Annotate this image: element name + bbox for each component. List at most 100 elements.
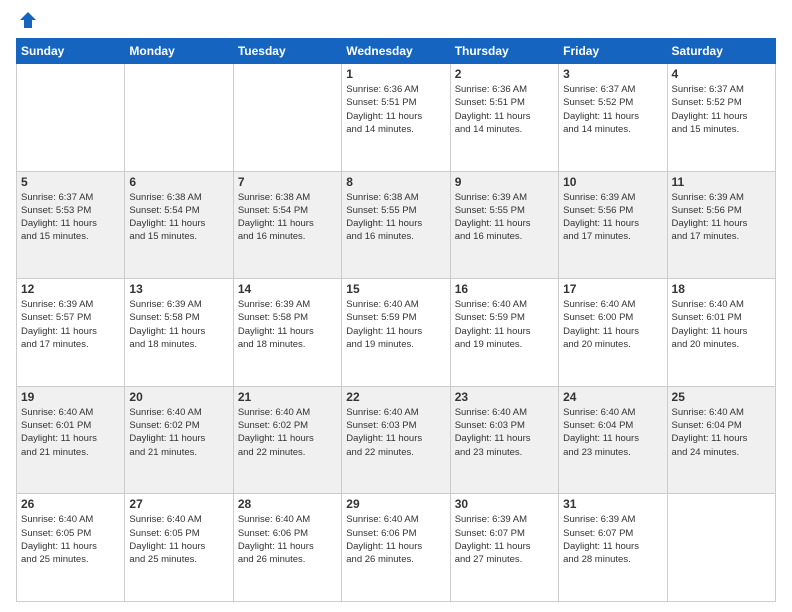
week-row-5: 26 Sunrise: 6:40 AM Sunset: 6:05 PM Dayli… (17, 494, 776, 602)
day-cell: 19Sunrise: 6:40 AM Sunset: 6:01 PM Dayli… (17, 386, 125, 494)
day-info: Sunrise: 6:39 AM Sunset: 5:56 PM Dayligh… (563, 191, 662, 244)
day-number: 25 (672, 390, 771, 404)
day-cell: 4 Sunrise: 6:37 AM Sunset: 5:52 PM Daylig… (667, 64, 775, 172)
day-cell: 12 Sunrise: 6:39 AM Sunset: 5:57 PM Dayli… (17, 279, 125, 387)
day-number: 21 (238, 390, 337, 404)
day-cell: 10 Sunrise: 6:39 AM Sunset: 5:56 PM Dayli… (559, 171, 667, 279)
day-number: 20 (129, 390, 228, 404)
day-number: 1 (346, 67, 445, 81)
day-cell: 28Sunrise: 6:40 AM Sunset: 6:06 PM Dayli… (233, 494, 341, 602)
day-number: 16 (455, 282, 554, 296)
weekday-header-thursday: Thursday (450, 39, 558, 64)
day-number: 6 (129, 175, 228, 189)
day-number: 15 (346, 282, 445, 296)
day-number: 13 (129, 282, 228, 296)
day-number: 14 (238, 282, 337, 296)
logo-icon (18, 10, 38, 30)
day-info: Sunrise: 6:40 AM Sunset: 6:01 PM Dayligh… (672, 298, 771, 351)
day-info: Sunrise: 6:40 AM Sunset: 5:59 PM Dayligh… (455, 298, 554, 351)
day-number: 7 (238, 175, 337, 189)
day-number: 30 (455, 497, 554, 511)
weekday-header-wednesday: Wednesday (342, 39, 450, 64)
weekday-header-friday: Friday (559, 39, 667, 64)
day-number: 24 (563, 390, 662, 404)
day-info: Sunrise: 6:37 AM Sunset: 5:53 PM Dayligh… (21, 191, 120, 244)
day-cell: 22 Sunrise: 6:40 AM Sunset: 6:03 PM Dayli… (342, 386, 450, 494)
weekday-header-sunday: Sunday (17, 39, 125, 64)
day-cell: 18 Sunrise: 6:40 AM Sunset: 6:01 PM Dayli… (667, 279, 775, 387)
day-cell: 23 Sunrise: 6:40 AM Sunset: 6:03 PM Dayli… (450, 386, 558, 494)
day-info: Sunrise: 6:40 AM Sunset: 6:06 PM Dayligh… (346, 513, 445, 566)
day-cell: 25 Sunrise: 6:40 AM Sunset: 6:04 PM Dayli… (667, 386, 775, 494)
day-cell: 6 Sunrise: 6:38 AM Sunset: 5:54 PM Daylig… (125, 171, 233, 279)
day-cell: 29 Sunrise: 6:40 AM Sunset: 6:06 PM Dayli… (342, 494, 450, 602)
day-cell (667, 494, 775, 602)
day-number: 3 (563, 67, 662, 81)
weekday-header-tuesday: Tuesday (233, 39, 341, 64)
logo (16, 12, 38, 30)
day-cell: 13 Sunrise: 6:39 AM Sunset: 5:58 PM Dayli… (125, 279, 233, 387)
day-cell: 2 Sunrise: 6:36 AM Sunset: 5:51 PM Daylig… (450, 64, 558, 172)
day-number: 26 (21, 497, 120, 511)
day-number: 29 (346, 497, 445, 511)
day-info: Sunrise: 6:38 AM Sunset: 5:55 PM Dayligh… (346, 191, 445, 244)
day-cell: 8 Sunrise: 6:38 AM Sunset: 5:55 PM Daylig… (342, 171, 450, 279)
calendar: SundayMondayTuesdayWednesdayThursdayFrid… (16, 38, 776, 602)
week-row-2: 5 Sunrise: 6:37 AM Sunset: 5:53 PM Daylig… (17, 171, 776, 279)
day-info: Sunrise: 6:40 AM Sunset: 6:00 PM Dayligh… (563, 298, 662, 351)
day-cell: 9 Sunrise: 6:39 AM Sunset: 5:55 PM Daylig… (450, 171, 558, 279)
day-cell (233, 64, 341, 172)
day-info: Sunrise: 6:36 AM Sunset: 5:51 PM Dayligh… (455, 83, 554, 136)
day-cell: 14 Sunrise: 6:39 AM Sunset: 5:58 PM Dayli… (233, 279, 341, 387)
day-info: Sunrise: 6:36 AM Sunset: 5:51 PM Dayligh… (346, 83, 445, 136)
day-cell: 5 Sunrise: 6:37 AM Sunset: 5:53 PM Daylig… (17, 171, 125, 279)
weekday-header-saturday: Saturday (667, 39, 775, 64)
day-info: Sunrise: 6:40 AM Sunset: 6:01 PM Dayligh… (21, 406, 120, 459)
day-cell: 17 Sunrise: 6:40 AM Sunset: 6:00 PM Dayli… (559, 279, 667, 387)
day-number: 2 (455, 67, 554, 81)
weekday-header-row: SundayMondayTuesdayWednesdayThursdayFrid… (17, 39, 776, 64)
day-info: Sunrise: 6:39 AM Sunset: 6:07 PM Dayligh… (455, 513, 554, 566)
day-number: 4 (672, 67, 771, 81)
day-cell: 31 Sunrise: 6:39 AM Sunset: 6:07 PM Dayli… (559, 494, 667, 602)
day-info: Sunrise: 6:39 AM Sunset: 5:55 PM Dayligh… (455, 191, 554, 244)
day-cell: 24 Sunrise: 6:40 AM Sunset: 6:04 PM Dayli… (559, 386, 667, 494)
day-number: 31 (563, 497, 662, 511)
day-number: 10 (563, 175, 662, 189)
day-info: Sunrise: 6:37 AM Sunset: 5:52 PM Dayligh… (672, 83, 771, 136)
day-number: 5 (21, 175, 120, 189)
day-number: 9 (455, 175, 554, 189)
day-info: Sunrise: 6:40 AM Sunset: 6:05 PM Dayligh… (21, 513, 120, 566)
day-cell: 7Sunrise: 6:38 AM Sunset: 5:54 PM Daylig… (233, 171, 341, 279)
week-row-3: 12 Sunrise: 6:39 AM Sunset: 5:57 PM Dayli… (17, 279, 776, 387)
day-cell (125, 64, 233, 172)
day-number: 22 (346, 390, 445, 404)
day-cell: 16 Sunrise: 6:40 AM Sunset: 5:59 PM Dayli… (450, 279, 558, 387)
day-info: Sunrise: 6:40 AM Sunset: 6:02 PM Dayligh… (129, 406, 228, 459)
day-info: Sunrise: 6:40 AM Sunset: 6:03 PM Dayligh… (455, 406, 554, 459)
day-info: Sunrise: 6:39 AM Sunset: 6:07 PM Dayligh… (563, 513, 662, 566)
day-info: Sunrise: 6:39 AM Sunset: 5:57 PM Dayligh… (21, 298, 120, 351)
day-info: Sunrise: 6:40 AM Sunset: 6:03 PM Dayligh… (346, 406, 445, 459)
day-number: 18 (672, 282, 771, 296)
week-row-4: 19Sunrise: 6:40 AM Sunset: 6:01 PM Dayli… (17, 386, 776, 494)
day-cell: 11Sunrise: 6:39 AM Sunset: 5:56 PM Dayli… (667, 171, 775, 279)
day-number: 8 (346, 175, 445, 189)
day-number: 23 (455, 390, 554, 404)
day-info: Sunrise: 6:37 AM Sunset: 5:52 PM Dayligh… (563, 83, 662, 136)
day-cell: 20 Sunrise: 6:40 AM Sunset: 6:02 PM Dayli… (125, 386, 233, 494)
day-info: Sunrise: 6:39 AM Sunset: 5:58 PM Dayligh… (129, 298, 228, 351)
day-info: Sunrise: 6:39 AM Sunset: 5:58 PM Dayligh… (238, 298, 337, 351)
day-info: Sunrise: 6:38 AM Sunset: 5:54 PM Dayligh… (129, 191, 228, 244)
day-info: Sunrise: 6:40 AM Sunset: 6:06 PM Dayligh… (238, 513, 337, 566)
day-cell: 26 Sunrise: 6:40 AM Sunset: 6:05 PM Dayli… (17, 494, 125, 602)
day-info: Sunrise: 6:40 AM Sunset: 6:04 PM Dayligh… (672, 406, 771, 459)
day-info: Sunrise: 6:40 AM Sunset: 6:02 PM Dayligh… (238, 406, 337, 459)
header (16, 12, 776, 30)
weekday-header-monday: Monday (125, 39, 233, 64)
day-number: 17 (563, 282, 662, 296)
day-number: 12 (21, 282, 120, 296)
day-cell: 21 Sunrise: 6:40 AM Sunset: 6:02 PM Dayli… (233, 386, 341, 494)
day-info: Sunrise: 6:40 AM Sunset: 6:04 PM Dayligh… (563, 406, 662, 459)
logo-area (16, 12, 38, 30)
